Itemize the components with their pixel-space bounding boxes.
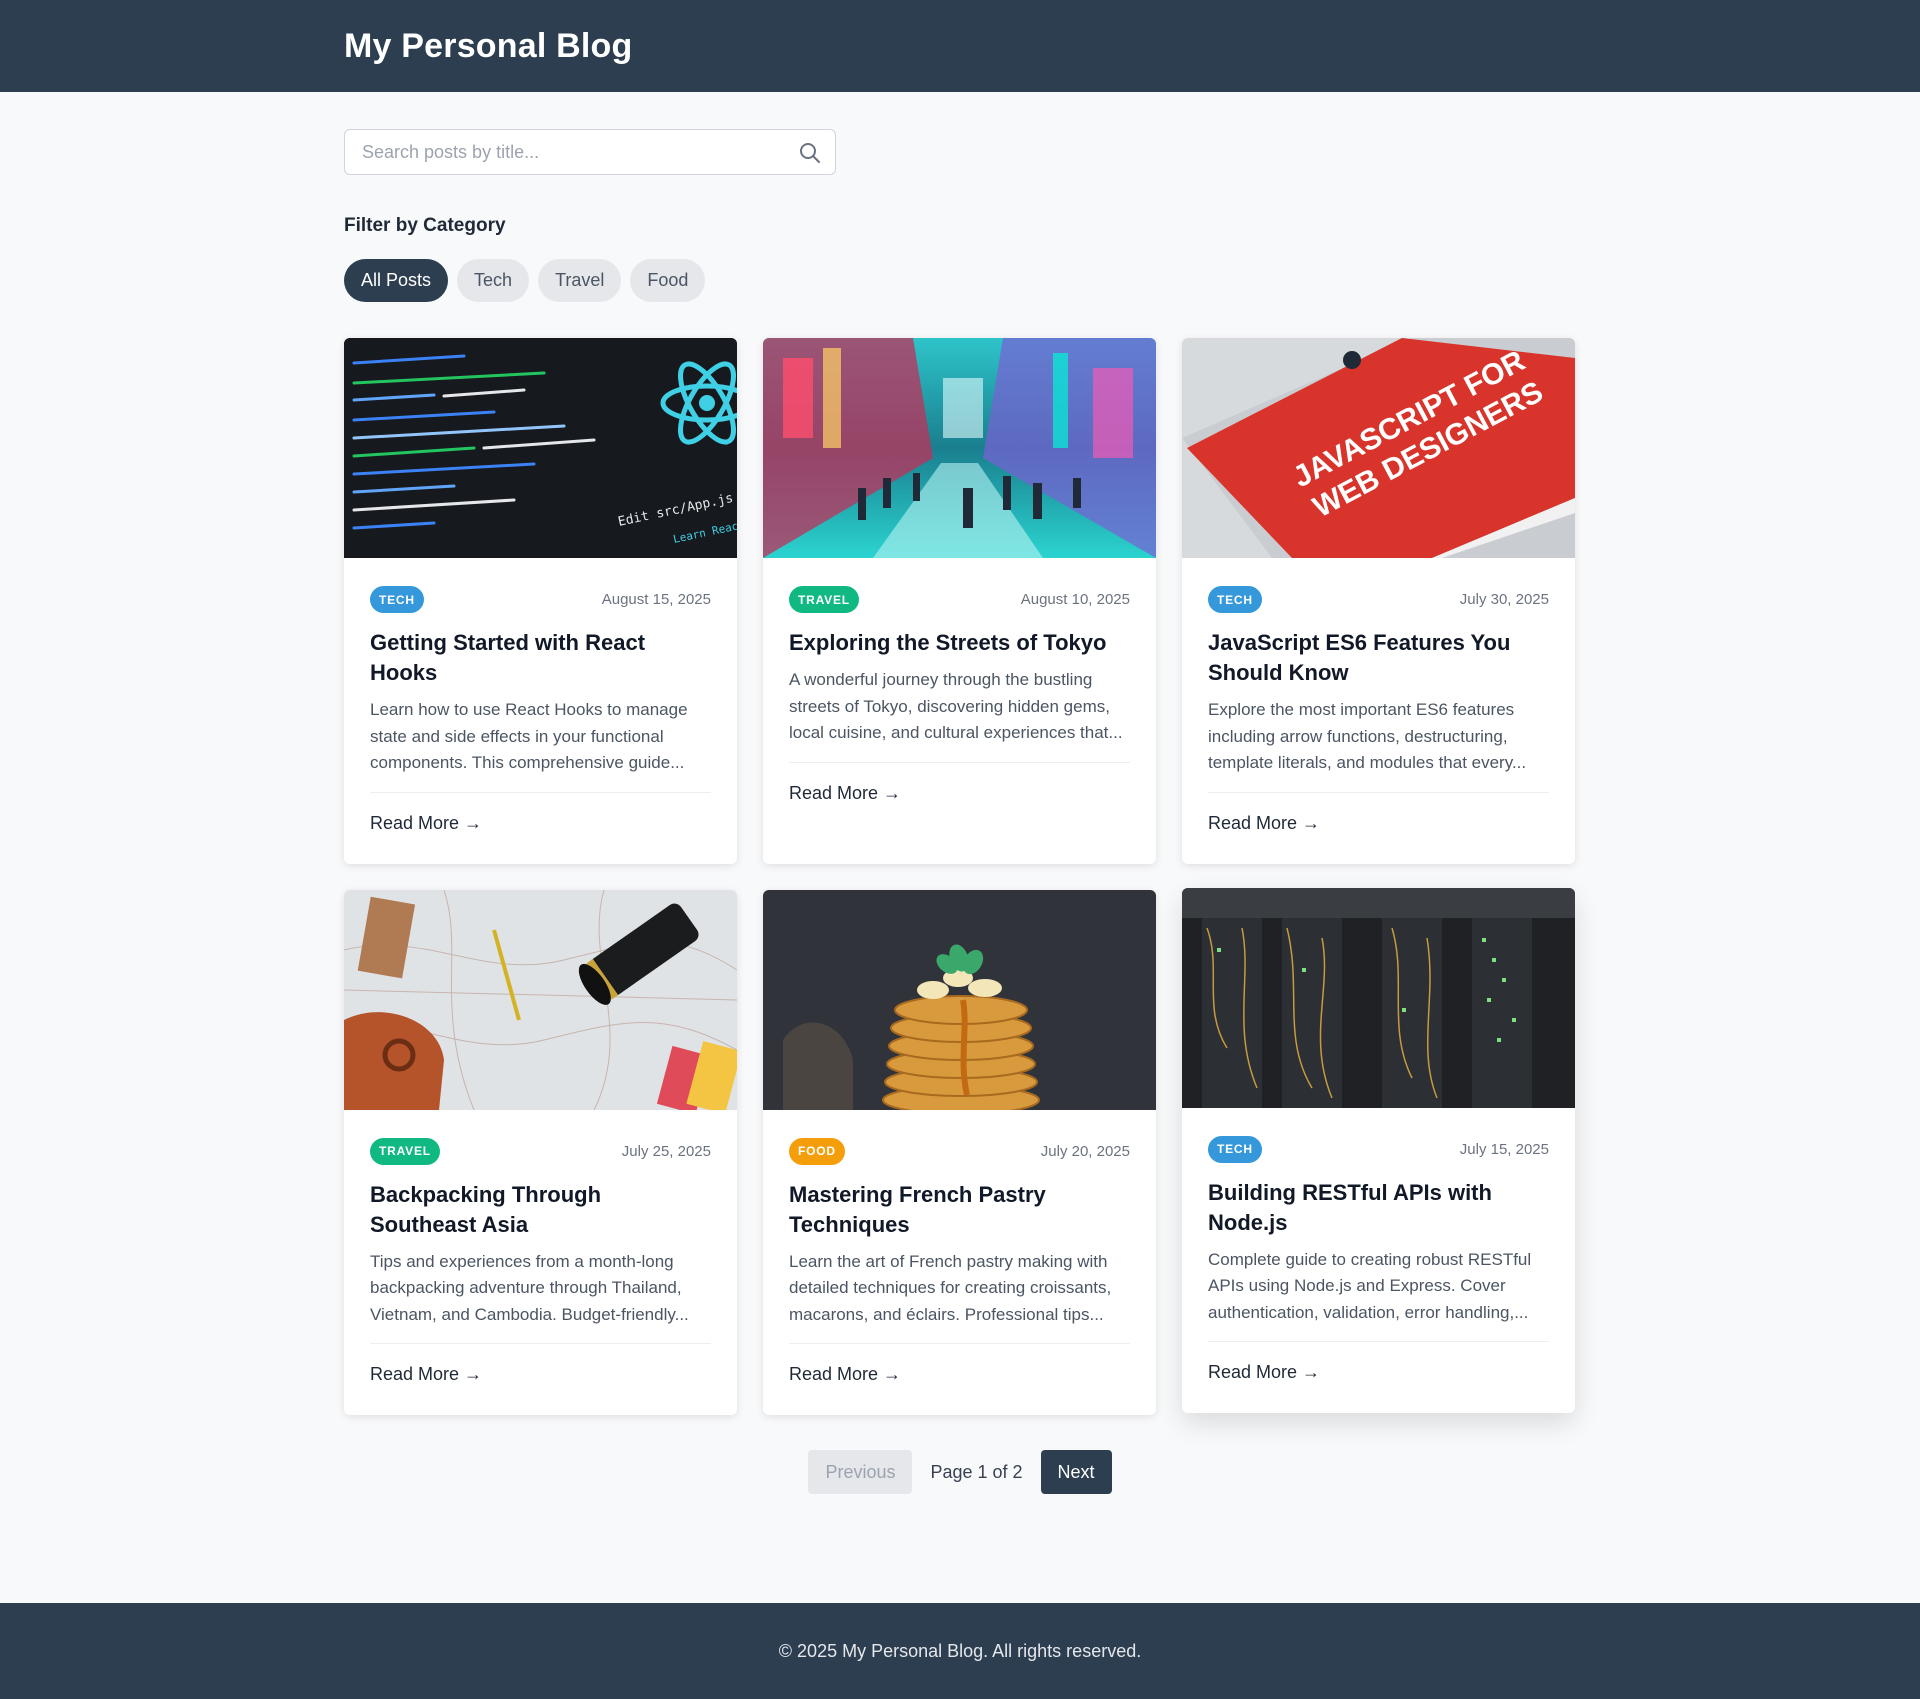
category-filters: All Posts Tech Travel Food	[344, 259, 1576, 302]
category-badge: FOOD	[789, 1137, 845, 1165]
post-image-javascript-book[interactable]: JAVASCRIPT FOR WEB DESIGNERS	[1182, 338, 1575, 558]
post-excerpt: Tips and experiences from a month-long b…	[370, 1251, 689, 1324]
post-date: July 25, 2025	[621, 1142, 711, 1160]
post-card[interactable]: TRAVEL July 25, 2025 Backpacking Through…	[344, 889, 737, 1415]
category-badge: TECH	[1208, 586, 1262, 613]
read-more-link[interactable]: Read More →	[370, 1344, 711, 1415]
filter-food[interactable]: Food	[630, 259, 706, 302]
read-more-link[interactable]: Read More →	[370, 793, 711, 864]
post-card[interactable]: Edit src/App.js and save Learn React TEC…	[344, 338, 737, 864]
category-badge: TRAVEL	[370, 1137, 440, 1165]
search-box	[344, 129, 836, 175]
page-indicator: Page 1 of 2	[930, 1461, 1023, 1482]
read-more-link[interactable]: Read More →	[789, 763, 1130, 834]
post-image-react[interactable]: Edit src/App.js and save Learn React	[344, 338, 737, 558]
read-more-link[interactable]: Read More →	[1208, 1342, 1549, 1413]
site-header: My Personal Blog	[0, 0, 1920, 92]
read-more-link[interactable]: Read More →	[789, 1344, 1130, 1415]
category-badge: TRAVEL	[789, 586, 859, 613]
filter-travel[interactable]: Travel	[538, 259, 622, 302]
site-footer: © 2025 My Personal Blog. All rights rese…	[0, 1603, 1920, 1699]
post-title[interactable]: Exploring the Streets of Tokyo	[789, 628, 1130, 658]
post-date: August 15, 2025	[601, 591, 711, 608]
pagination: Previous Page 1 of 2 Next	[344, 1450, 1576, 1494]
search-input[interactable]	[345, 130, 835, 174]
post-date: July 30, 2025	[1459, 591, 1549, 608]
post-image-pancakes[interactable]	[763, 889, 1156, 1110]
post-card[interactable]: FOOD July 20, 2025 Mastering French Past…	[763, 889, 1156, 1415]
post-date: August 10, 2025	[1020, 591, 1130, 608]
post-excerpt: Complete guide to creating robust RESTfu…	[1208, 1249, 1532, 1322]
post-date: July 15, 2025	[1459, 1140, 1549, 1158]
post-title[interactable]: Backpacking Through Southeast Asia	[370, 1180, 711, 1240]
filter-all-posts[interactable]: All Posts	[344, 259, 449, 302]
post-image-travel-map[interactable]	[344, 889, 737, 1110]
search-icon[interactable]	[798, 141, 822, 165]
post-title[interactable]: JavaScript ES6 Features You Should Know	[1208, 628, 1549, 688]
post-card[interactable]: TECH July 15, 2025 Building RESTful APIs…	[1182, 887, 1575, 1413]
post-image-tokyo[interactable]	[763, 338, 1156, 558]
previous-button[interactable]: Previous	[808, 1450, 913, 1494]
post-card[interactable]: JAVASCRIPT FOR WEB DESIGNERS TECH July 3…	[1182, 338, 1575, 864]
post-title[interactable]: Mastering French Pastry Techniques	[789, 1180, 1130, 1240]
next-button[interactable]: Next	[1040, 1450, 1112, 1494]
post-excerpt: Learn how to use React Hooks to manage s…	[370, 700, 688, 772]
site-title[interactable]: My Personal Blog	[344, 27, 1576, 66]
main-content: Filter by Category All Posts Tech Travel…	[344, 92, 1576, 1494]
read-more-link[interactable]: Read More →	[1208, 793, 1549, 864]
filter-tech[interactable]: Tech	[457, 259, 530, 302]
footer-text: © 2025 My Personal Blog. All rights rese…	[778, 1640, 1142, 1661]
category-badge: TECH	[1208, 1135, 1262, 1163]
post-excerpt: Learn the art of French pastry making wi…	[789, 1251, 1112, 1324]
post-title[interactable]: Getting Started with React Hooks	[370, 628, 711, 688]
category-badge: TECH	[370, 586, 424, 613]
filter-title: Filter by Category	[344, 215, 506, 236]
post-image-server-rack[interactable]	[1182, 887, 1575, 1108]
post-excerpt: A wonderful journey through the bustling…	[789, 670, 1123, 742]
post-excerpt: Explore the most important ES6 features …	[1208, 700, 1527, 772]
post-card[interactable]: TRAVEL August 10, 2025 Exploring the Str…	[763, 338, 1156, 864]
post-title[interactable]: Building RESTful APIs with Node.js	[1208, 1178, 1549, 1238]
post-grid: Edit src/App.js and save Learn React TEC…	[344, 338, 1576, 1415]
post-date: July 20, 2025	[1040, 1142, 1130, 1160]
